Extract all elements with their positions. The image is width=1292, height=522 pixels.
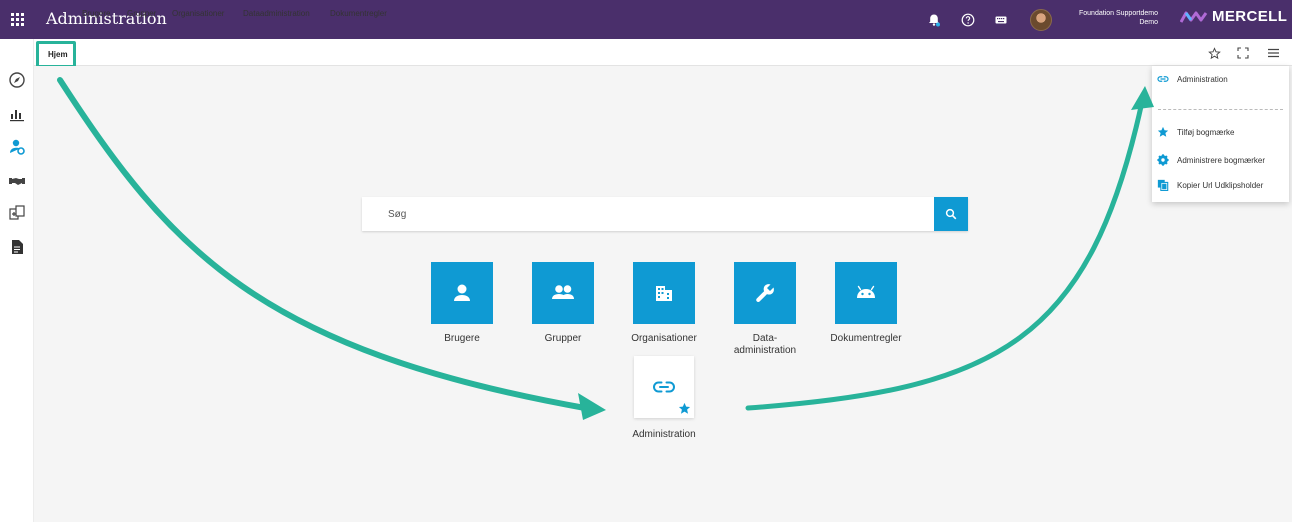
tab-data-administration[interactable]: Dataadministration bbox=[243, 9, 310, 18]
building-icon bbox=[656, 286, 672, 301]
menu-divider bbox=[1158, 109, 1283, 110]
user-admin-icon bbox=[10, 139, 25, 155]
user-info[interactable]: Foundation Supportdemo Demo bbox=[1068, 9, 1158, 27]
notifications-button[interactable] bbox=[926, 12, 942, 28]
tab-groups[interactable]: Grupper bbox=[127, 9, 156, 18]
document-icon bbox=[12, 240, 23, 254]
tile-data-administration-label-line1: Data- bbox=[752, 333, 778, 344]
keyboard-icon bbox=[995, 16, 1007, 24]
bell-icon bbox=[929, 14, 940, 27]
grid-icon bbox=[10, 13, 24, 26]
bookmark-button[interactable] bbox=[1207, 46, 1221, 60]
menu-item-copy-url[interactable]: Kopier Url Udklipsholder bbox=[1152, 175, 1289, 195]
left-rail bbox=[0, 39, 34, 522]
tile-groups-label: Grupper bbox=[544, 333, 582, 344]
rail-item-reports[interactable] bbox=[8, 105, 26, 123]
sub-navigation bbox=[34, 39, 1292, 66]
star-icon bbox=[678, 402, 691, 414]
favorite-tile-administration[interactable] bbox=[634, 356, 694, 418]
tab-users[interactable]: Brugere bbox=[82, 9, 110, 18]
wrench-icon bbox=[756, 284, 774, 302]
search-box bbox=[362, 197, 968, 231]
bar-chart-icon bbox=[10, 110, 24, 122]
link-icon bbox=[653, 381, 675, 393]
rail-item-partners[interactable] bbox=[8, 172, 26, 190]
tile-users-label: Brugere bbox=[444, 333, 480, 344]
rail-item-forms[interactable] bbox=[8, 204, 26, 222]
tile-document-rules[interactable] bbox=[835, 262, 897, 324]
rail-item-dashboard[interactable] bbox=[8, 71, 26, 89]
tile-data-administration-label-line2: administration bbox=[733, 345, 797, 356]
favorite-tile-label: Administration bbox=[632, 429, 696, 440]
help-icon bbox=[961, 13, 975, 27]
handshake-icon bbox=[9, 178, 25, 185]
tile-document-rules-label: Dokumentregler bbox=[830, 333, 902, 344]
tab-organisations[interactable]: Organisationer bbox=[172, 9, 224, 18]
help-button[interactable] bbox=[960, 12, 976, 28]
mercell-logo-icon bbox=[1180, 11, 1208, 23]
fullscreen-button[interactable] bbox=[1236, 46, 1250, 60]
star-icon bbox=[1157, 126, 1169, 138]
menu-item-label: Administrere bogmærker bbox=[1177, 155, 1266, 165]
tile-users[interactable] bbox=[431, 262, 493, 324]
people-icon bbox=[552, 285, 574, 299]
search-input[interactable] bbox=[362, 197, 934, 231]
add-layout-icon bbox=[9, 205, 25, 220]
top-bar: Administration Foundation Supportdemo De… bbox=[0, 0, 1292, 39]
tile-groups[interactable] bbox=[532, 262, 594, 324]
menu-item-manage-bookmarks[interactable]: Administrere bogmærker bbox=[1152, 150, 1289, 170]
tab-home[interactable]: Hjem bbox=[48, 50, 68, 59]
person-icon bbox=[454, 284, 470, 301]
rail-item-documents[interactable] bbox=[8, 238, 26, 256]
app-launcher-button[interactable] bbox=[0, 0, 34, 39]
search-button[interactable] bbox=[934, 197, 968, 231]
bookmark-menu: Administration Tilføj bogmærke Administr… bbox=[1152, 66, 1289, 202]
menu-item-label: Kopier Url Udklipsholder bbox=[1177, 180, 1264, 190]
gear-icon bbox=[1157, 154, 1169, 166]
fullscreen-icon bbox=[1237, 47, 1249, 59]
copy-icon bbox=[1157, 179, 1169, 191]
compass-icon bbox=[9, 72, 25, 88]
mercell-logo: MERCELL bbox=[1180, 8, 1287, 25]
menu-header-label: Administration bbox=[1177, 74, 1228, 84]
tile-organisations[interactable] bbox=[633, 262, 695, 324]
brand-name: MERCELL bbox=[1212, 8, 1288, 25]
keyboard-button[interactable] bbox=[993, 12, 1009, 28]
hamburger-icon bbox=[1267, 48, 1279, 58]
link-icon bbox=[1157, 73, 1169, 85]
star-outline-icon bbox=[1207, 46, 1221, 59]
menu-item-add-bookmark[interactable]: Tilføj bogmærke bbox=[1152, 122, 1289, 142]
menu-item-label: Tilføj bogmærke bbox=[1177, 127, 1235, 137]
user-org: Demo bbox=[1139, 19, 1158, 26]
search-icon bbox=[945, 208, 957, 220]
android-icon bbox=[857, 285, 875, 298]
user-name: Foundation Supportdemo bbox=[1079, 10, 1158, 17]
tab-document-rules[interactable]: Dokumentregler bbox=[330, 9, 387, 18]
menu-item-current-page[interactable]: Administration bbox=[1152, 66, 1289, 92]
menu-button[interactable] bbox=[1266, 46, 1280, 60]
tile-data-administration-label: Data- administration bbox=[710, 333, 820, 357]
tile-organisations-label: Organisationer bbox=[631, 333, 697, 344]
rail-item-administration[interactable] bbox=[8, 138, 26, 156]
avatar[interactable] bbox=[1030, 9, 1052, 31]
tile-data-administration[interactable] bbox=[734, 262, 796, 324]
